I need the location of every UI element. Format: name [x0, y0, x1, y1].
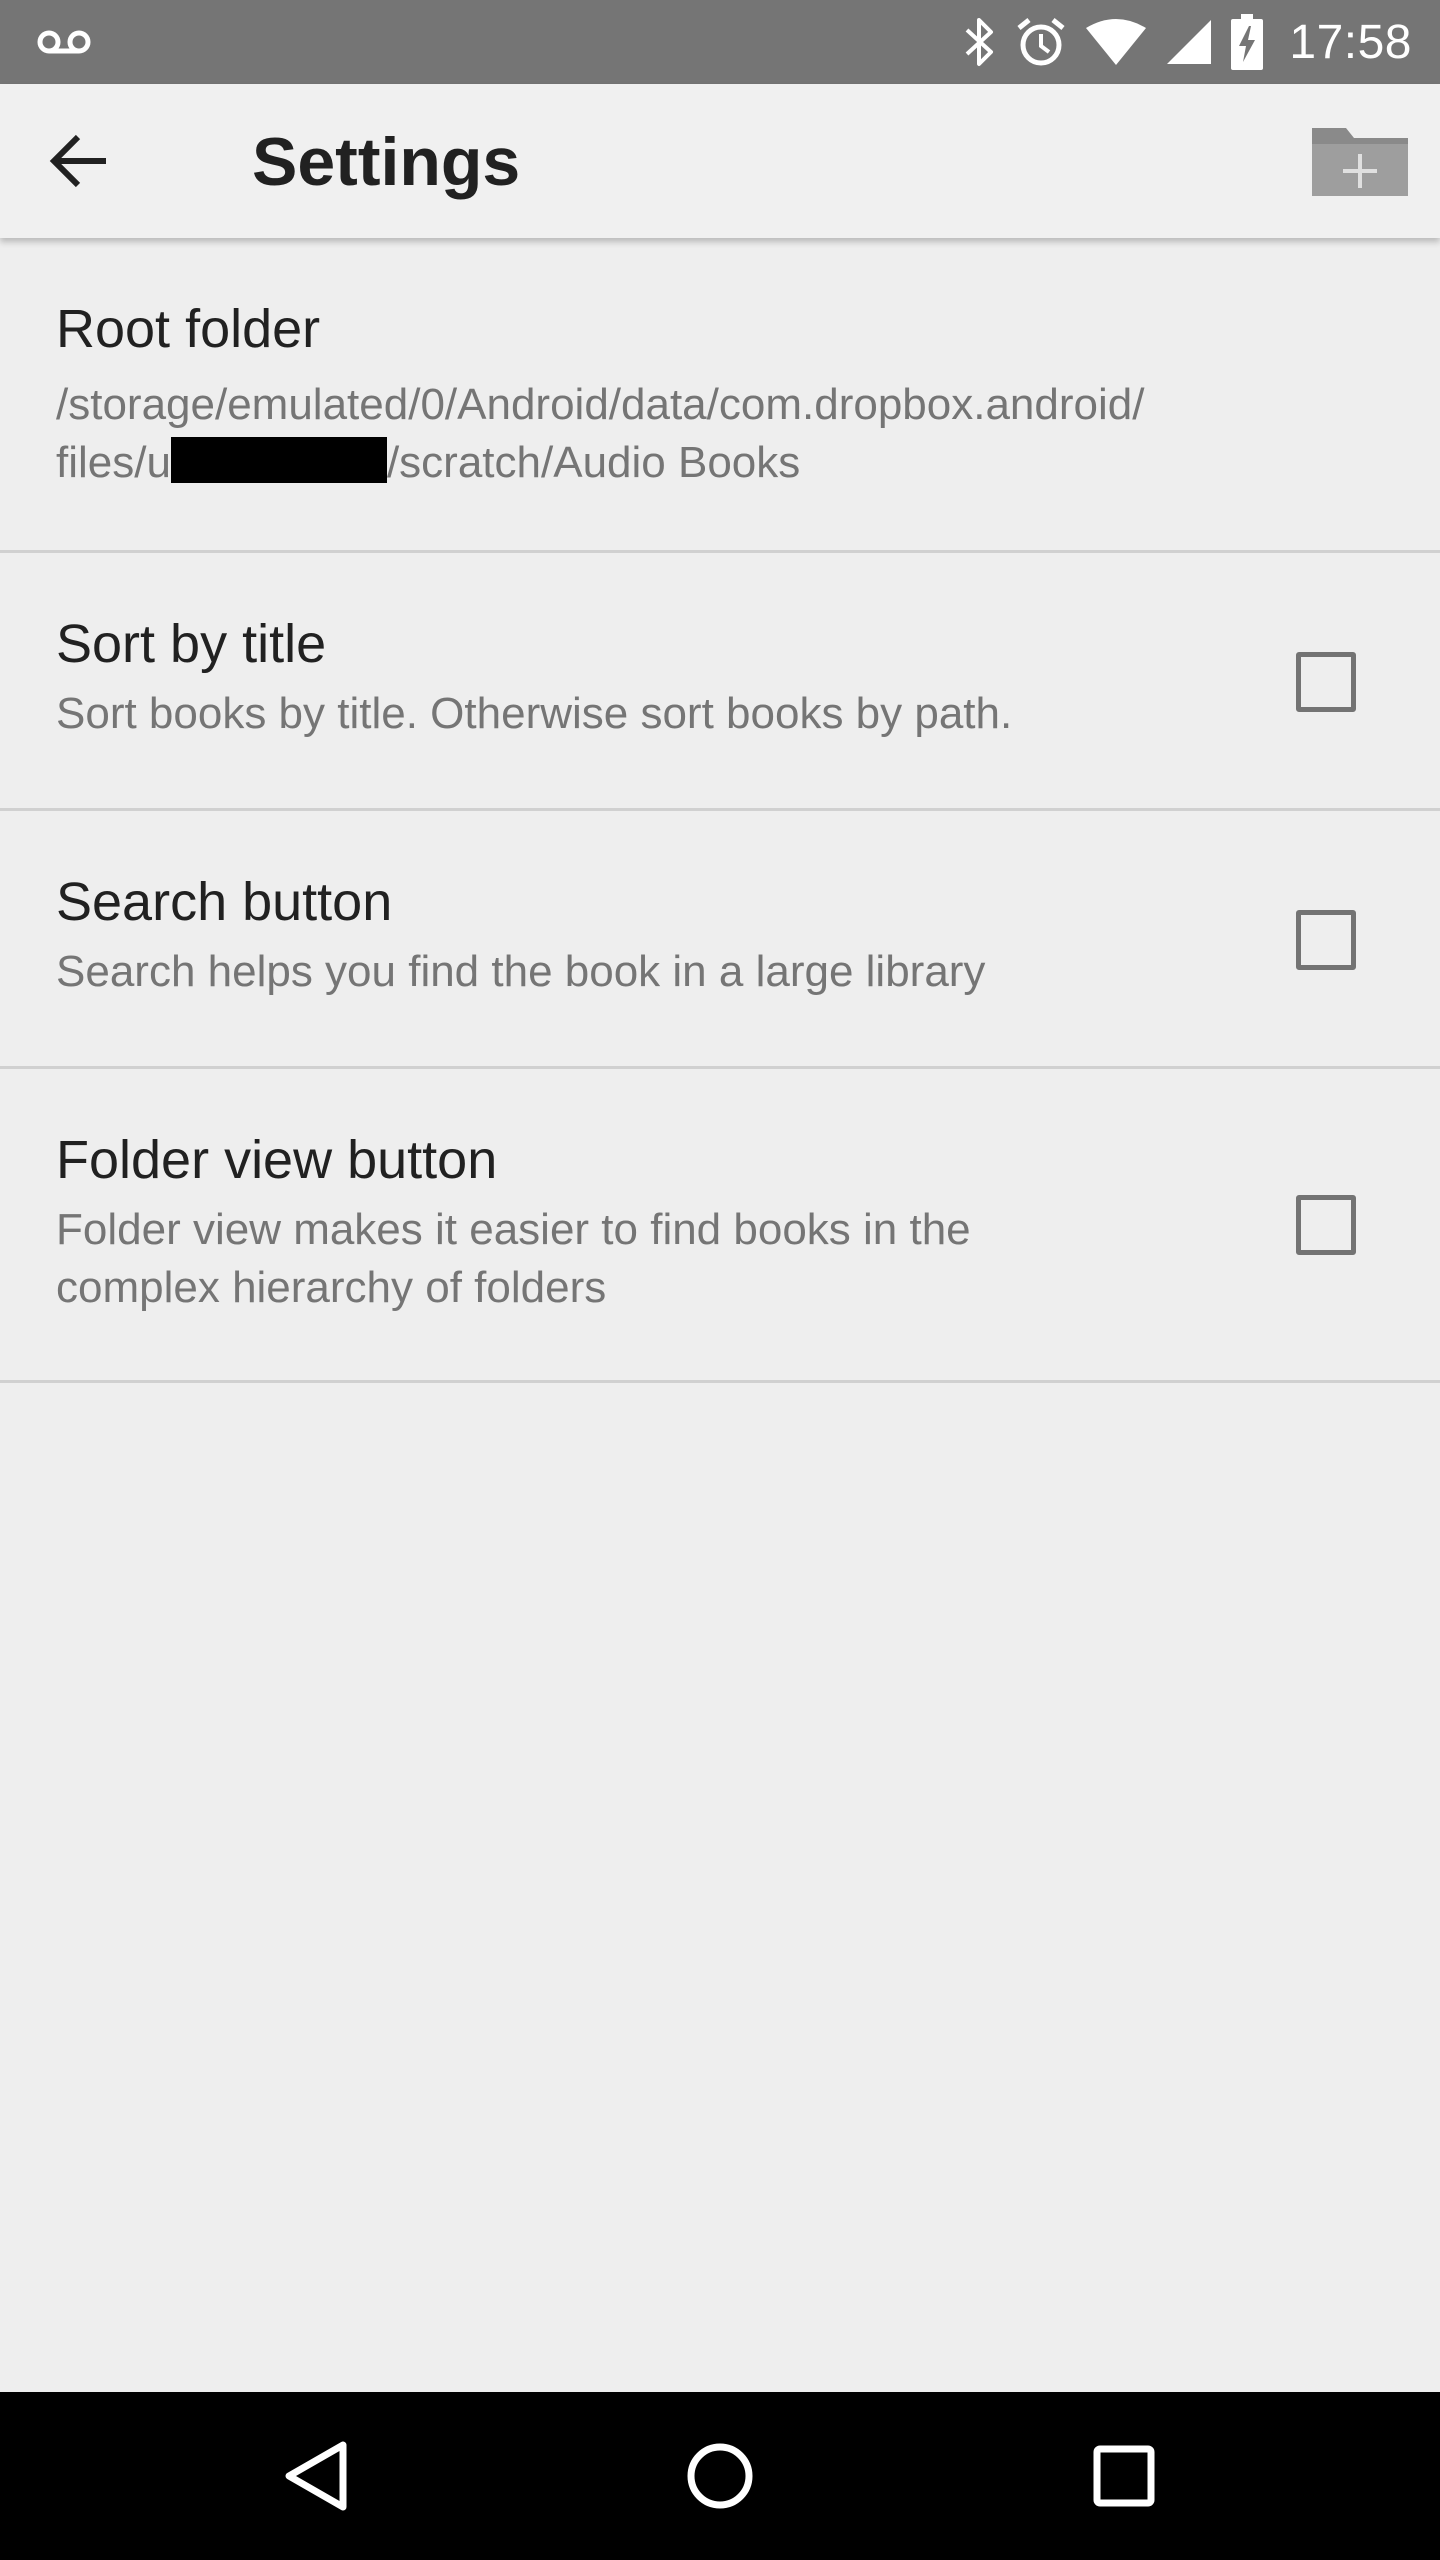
status-icons: 17:58 [963, 0, 1412, 84]
folder-add-icon [1312, 128, 1408, 196]
pref-summary-line2: files/u/scratch/Audio Books [56, 434, 800, 492]
home-circle-icon [687, 2443, 753, 2509]
battery-charging-icon [1231, 14, 1264, 70]
cell-signal-icon [1167, 20, 1212, 64]
back-triangle-icon [285, 2441, 347, 2511]
pref-title: Folder view button [56, 1130, 498, 1190]
arrow-back-icon [49, 134, 106, 188]
pref-sort-by-title[interactable]: Sort by title Sort books by title. Other… [0, 553, 1440, 811]
voicemail-icon [37, 30, 91, 54]
page-title: Settings [252, 124, 521, 200]
settings-list: Root folder /storage/emulated/0/Android/… [0, 238, 1440, 1383]
sort-by-title-checkbox[interactable] [1296, 652, 1356, 712]
pref-title: Search button [56, 872, 393, 932]
add-folder-button[interactable] [1308, 116, 1412, 206]
alarm-icon [1017, 18, 1065, 66]
pref-summary: Search helps you find the book in a larg… [56, 947, 986, 996]
path-prefix: files/u [56, 438, 171, 487]
nav-back-button[interactable] [256, 2416, 376, 2536]
status-time: 17:58 [1289, 15, 1412, 69]
status-bar: 17:58 [0, 0, 1440, 84]
recents-square-icon [1093, 2445, 1155, 2507]
nav-home-button[interactable] [660, 2416, 780, 2536]
pref-summary-line2: complex hierarchy of folders [56, 1263, 607, 1312]
pref-title: Root folder [56, 299, 321, 359]
bluetooth-icon [966, 18, 994, 66]
app-bar: Settings [0, 84, 1440, 238]
wifi-icon [1086, 19, 1147, 65]
path-suffix: /scratch/Audio Books [386, 438, 801, 487]
pref-summary: /storage/emulated/0/Android/data/com.dro… [56, 380, 1145, 429]
folder-view-checkbox[interactable] [1296, 1195, 1356, 1255]
navigation-bar [0, 2392, 1440, 2560]
pref-search-button[interactable]: Search button Search helps you find the … [0, 811, 1440, 1069]
pref-root-folder[interactable]: Root folder /storage/emulated/0/Android/… [0, 238, 1440, 553]
search-button-checkbox[interactable] [1296, 910, 1356, 970]
pref-folder-view-button[interactable]: Folder view button Folder view makes it … [0, 1069, 1440, 1383]
nav-recents-button[interactable] [1064, 2416, 1184, 2536]
back-button[interactable] [40, 121, 120, 201]
pref-summary: Folder view makes it easier to find book… [56, 1205, 971, 1254]
pref-title: Sort by title [56, 614, 327, 674]
redaction-block [170, 437, 387, 483]
pref-summary: Sort books by title. Otherwise sort book… [56, 689, 1013, 738]
